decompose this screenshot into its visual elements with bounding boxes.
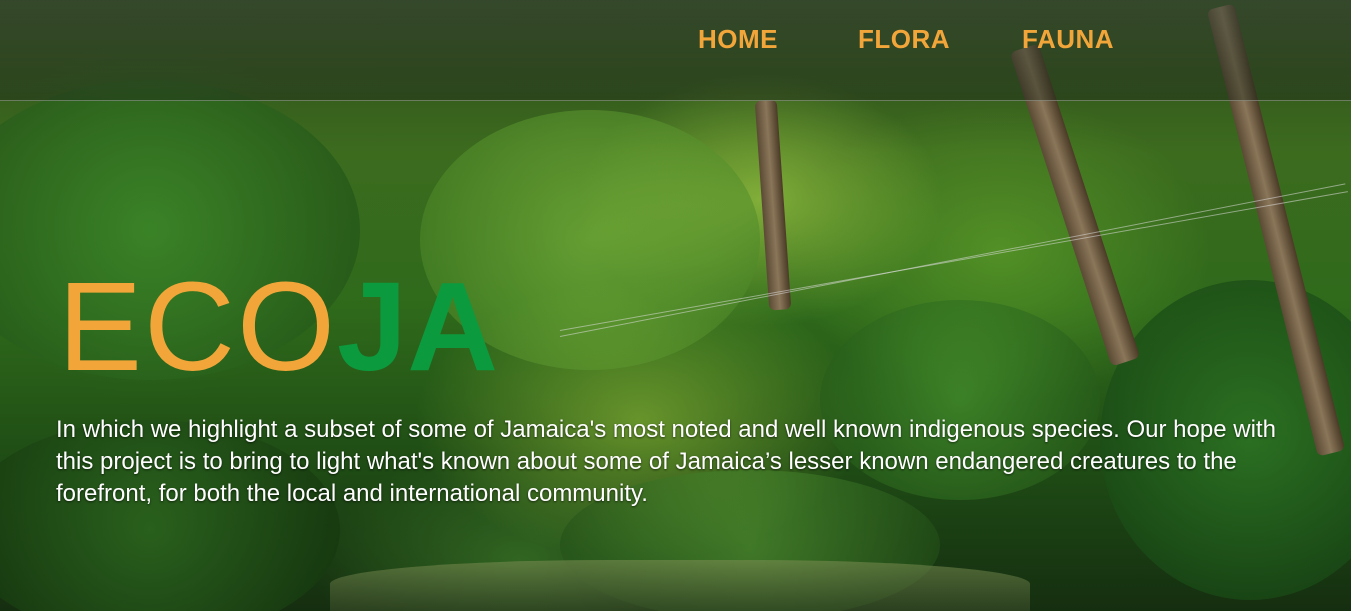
river-water	[330, 560, 1030, 611]
site-title: ECOJA	[58, 262, 498, 392]
top-nav-bar: HOME FLORA FAUNA	[0, 0, 1351, 101]
nav-link-fauna[interactable]: FAUNA	[1022, 22, 1162, 56]
nav-link-flora[interactable]: FLORA	[858, 22, 1022, 56]
main-nav: HOME FLORA FAUNA	[698, 22, 1162, 56]
title-eco: ECO	[58, 256, 338, 397]
hero-description: In which we highlight a subset of some o…	[56, 416, 1276, 507]
tree-trunk-1	[754, 99, 792, 311]
title-ja: JA	[337, 256, 499, 397]
hero-section: HOME FLORA FAUNA ECOJA In which we highl…	[0, 0, 1351, 611]
nav-link-home[interactable]: HOME	[698, 22, 858, 56]
